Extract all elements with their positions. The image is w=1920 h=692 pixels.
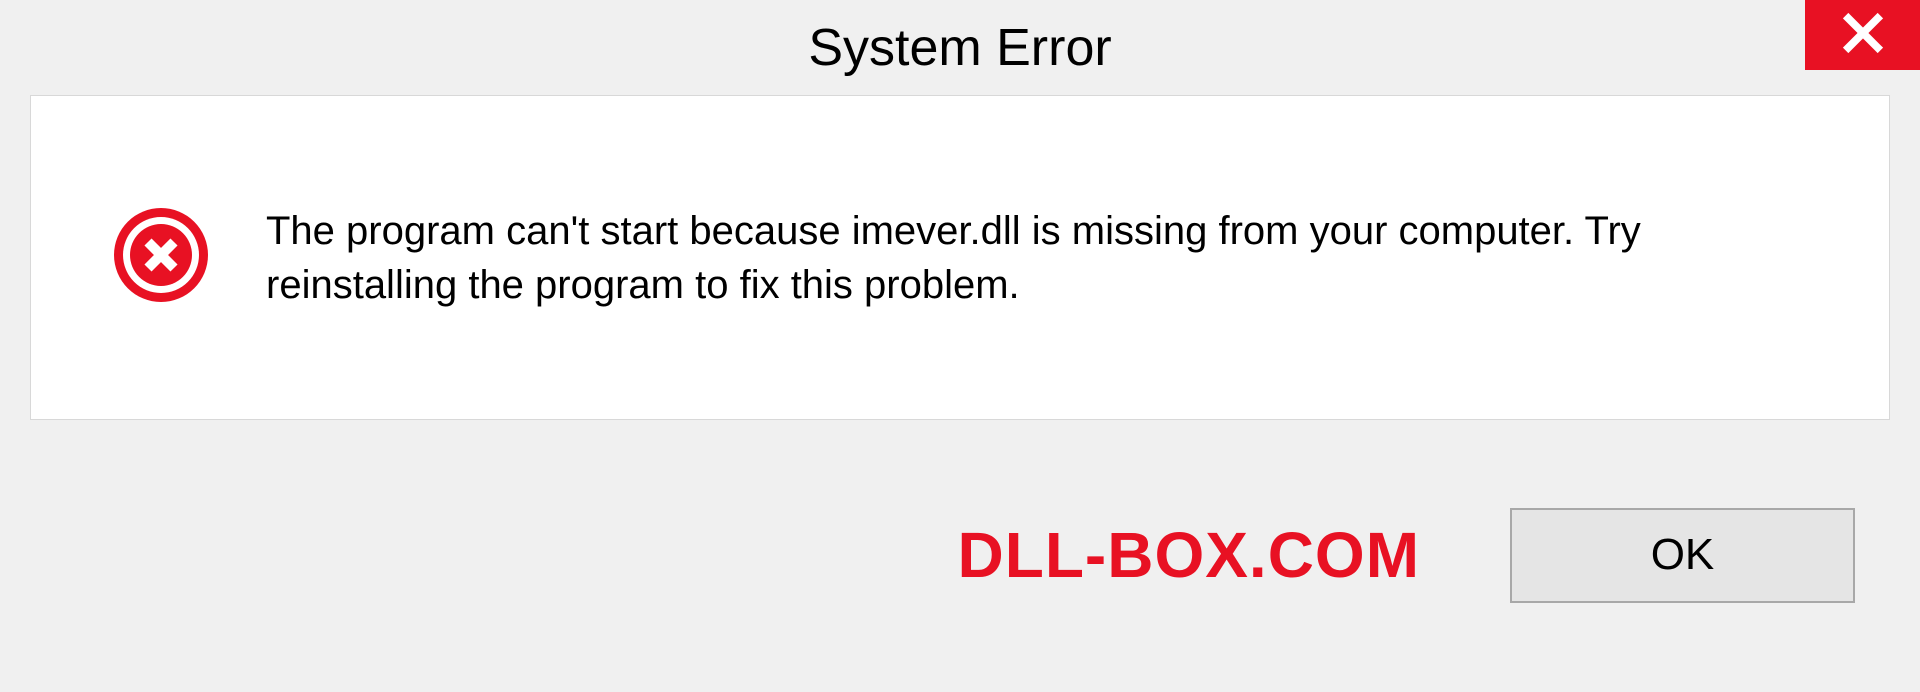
- close-button[interactable]: [1805, 0, 1920, 70]
- error-icon: [111, 205, 211, 310]
- error-message: The program can't start because imever.d…: [266, 204, 1829, 312]
- content-panel: The program can't start because imever.d…: [30, 95, 1890, 420]
- close-icon: [1841, 11, 1885, 60]
- dialog-footer: DLL-BOX.COM OK: [0, 420, 1920, 690]
- title-bar: System Error: [0, 0, 1920, 95]
- dialog-title: System Error: [808, 18, 1111, 78]
- ok-button[interactable]: OK: [1510, 508, 1855, 603]
- watermark-text: DLL-BOX.COM: [958, 518, 1421, 592]
